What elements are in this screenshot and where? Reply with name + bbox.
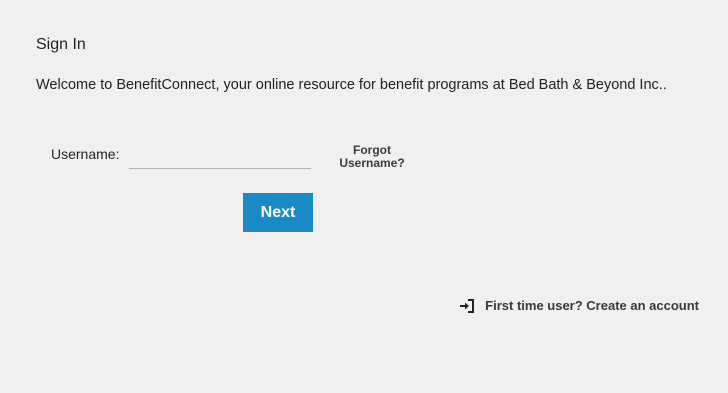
create-account-label: First time user? Create an account: [485, 298, 699, 313]
forgot-username-line1: Forgot: [353, 143, 391, 157]
username-label: Username:: [51, 146, 120, 162]
next-button[interactable]: Next: [243, 193, 313, 232]
forgot-username-link[interactable]: Forgot Username?: [331, 144, 413, 170]
welcome-message: Welcome to BenefitConnect, your online r…: [36, 77, 667, 93]
sign-in-arrow-icon: [459, 298, 475, 313]
username-input[interactable]: [129, 140, 311, 169]
forgot-username-line2: Username?: [339, 156, 405, 170]
create-account-link[interactable]: First time user? Create an account: [459, 298, 699, 313]
page-title: Sign In: [36, 36, 86, 53]
